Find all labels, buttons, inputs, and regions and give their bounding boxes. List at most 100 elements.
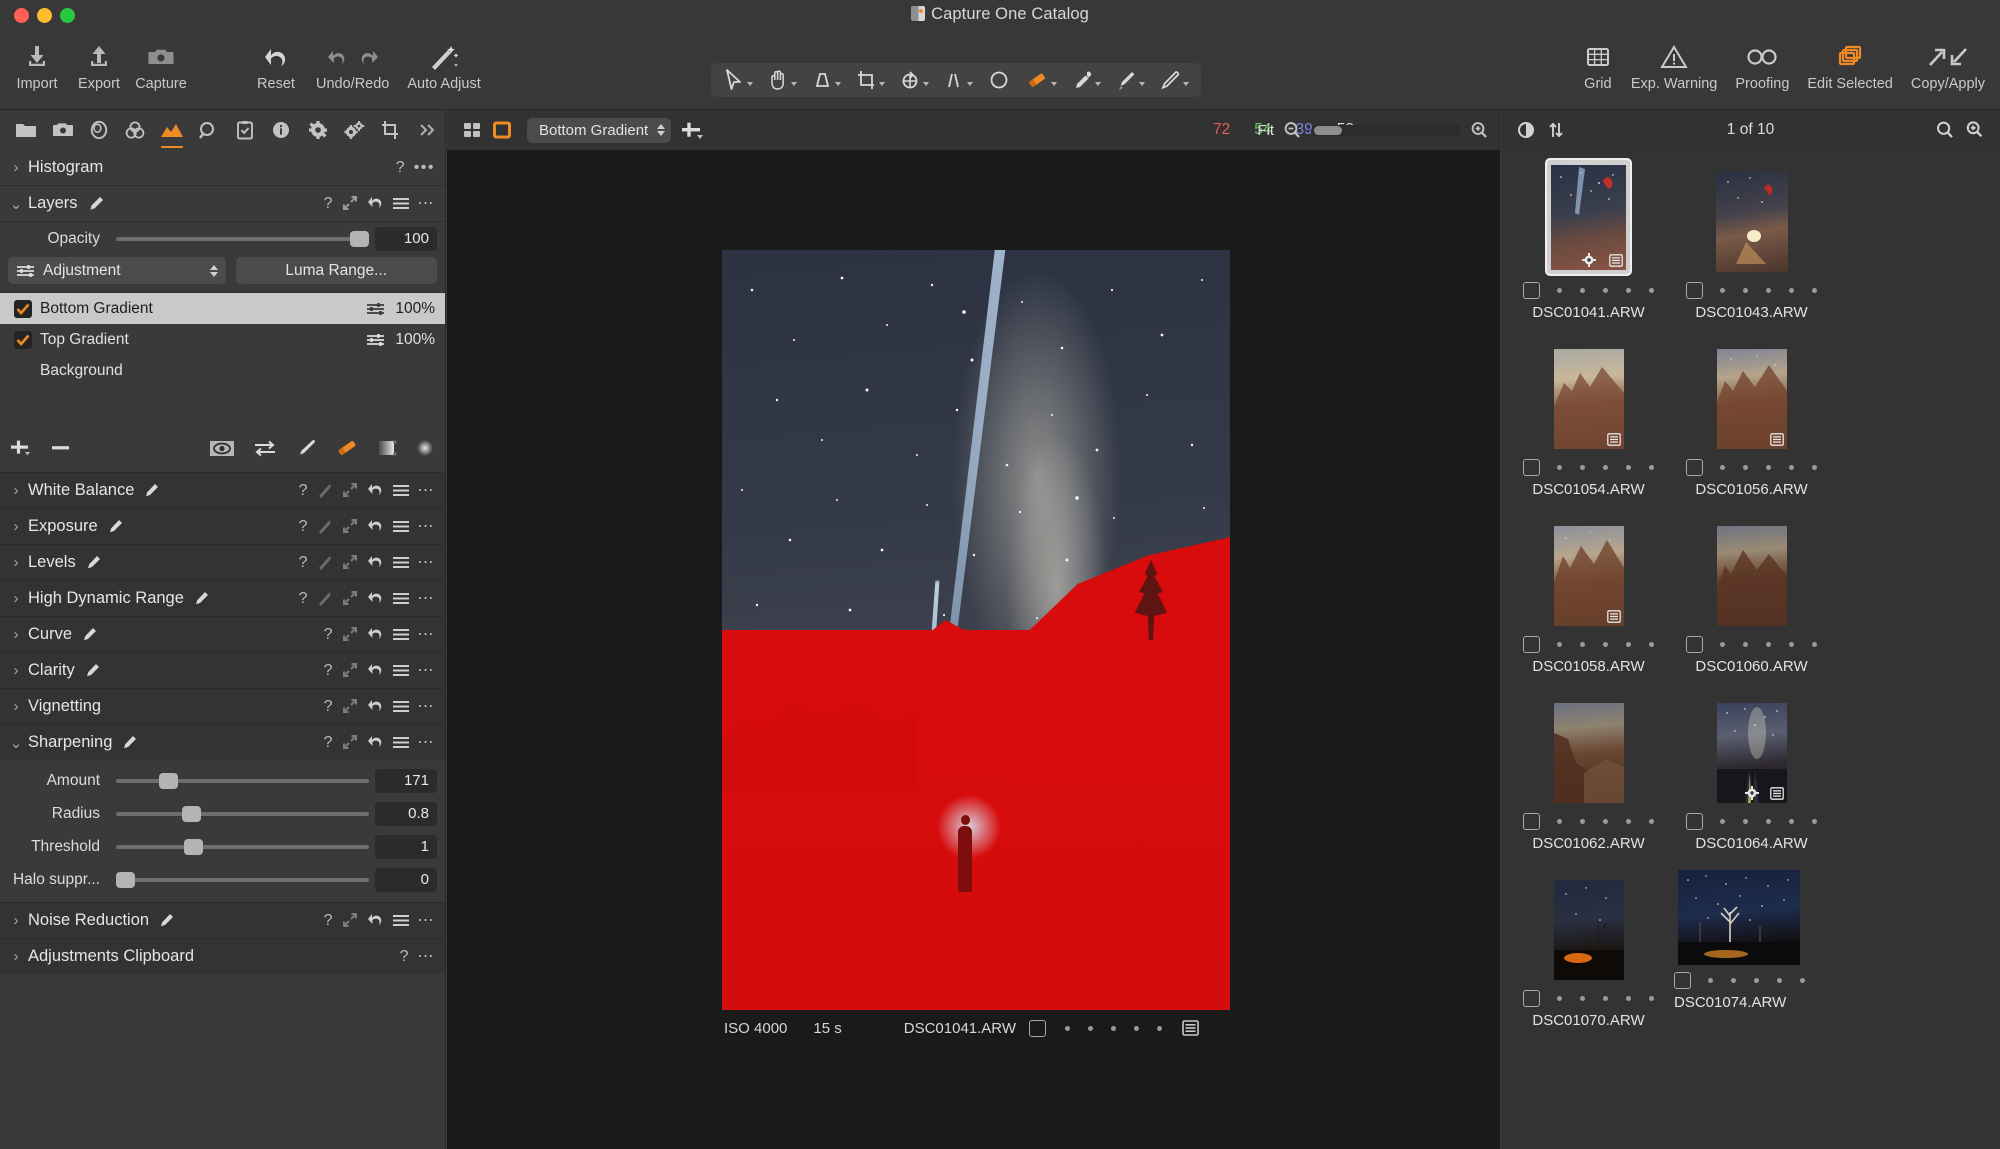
section-exposure[interactable]: › Exposure ? ⋯ bbox=[0, 508, 445, 544]
sidebar-item-color[interactable] bbox=[117, 110, 153, 150]
keystone-tool-button[interactable] bbox=[805, 66, 847, 94]
zoom-slider-knob[interactable] bbox=[1314, 125, 1342, 135]
layer-brush-icon[interactable] bbox=[83, 663, 100, 678]
thumbnail-rating-dots[interactable] bbox=[1557, 996, 1654, 1001]
layer-brush-icon[interactable] bbox=[192, 591, 209, 606]
reset-icon[interactable] bbox=[367, 663, 384, 678]
sidebar-item-metadata[interactable] bbox=[263, 110, 299, 150]
white-balance-picker-button[interactable] bbox=[1065, 66, 1107, 94]
expand-icon[interactable] bbox=[342, 627, 358, 642]
chevron-right-icon[interactable]: › bbox=[6, 662, 26, 679]
thumbnail-image[interactable] bbox=[1553, 703, 1624, 803]
rotate-tool-button[interactable] bbox=[893, 66, 935, 94]
opacity-slider[interactable] bbox=[116, 230, 369, 247]
exposure-warning-button[interactable]: Exp. Warning bbox=[1622, 31, 1727, 110]
luma-range-button[interactable]: Luma Range... bbox=[235, 257, 437, 284]
thumbnail-rating-dots[interactable] bbox=[1708, 978, 1805, 983]
chevron-right-icon[interactable]: › bbox=[6, 159, 26, 176]
help-icon[interactable]: ? bbox=[324, 698, 333, 716]
thumbnail-checkbox[interactable] bbox=[1686, 813, 1703, 830]
reset-icon[interactable] bbox=[367, 735, 384, 750]
section-noise-reduction[interactable]: › Noise Reduction ? ⋯ bbox=[0, 902, 445, 938]
add-layer-button[interactable] bbox=[10, 438, 32, 458]
invert-mask-button[interactable] bbox=[253, 439, 277, 458]
help-icon[interactable]: ? bbox=[400, 948, 409, 966]
thumbnail-image[interactable] bbox=[1716, 349, 1787, 449]
thumbnail-rating-dots[interactable] bbox=[1557, 288, 1654, 293]
thumbnail-item[interactable]: DSC01062.ARW bbox=[1507, 689, 1670, 852]
draw-mask-tool-button[interactable] bbox=[1153, 66, 1195, 94]
remove-layer-button[interactable] bbox=[50, 438, 72, 458]
help-icon[interactable]: ? bbox=[324, 626, 333, 644]
section-sharpening[interactable]: ⌄ Sharpening ? ⋯ bbox=[0, 724, 445, 760]
chevron-right-icon[interactable]: › bbox=[6, 698, 26, 715]
menu-icon[interactable] bbox=[392, 197, 409, 210]
chevron-right-icon[interactable]: › bbox=[6, 948, 26, 965]
reset-icon[interactable] bbox=[367, 913, 384, 928]
reset-icon[interactable] bbox=[367, 627, 384, 642]
radius-slider-knob[interactable] bbox=[181, 805, 201, 822]
expand-icon[interactable] bbox=[342, 519, 358, 534]
undo-redo-button[interactable]: Undo/Redo bbox=[307, 31, 398, 110]
help-icon[interactable]: ? bbox=[299, 554, 308, 572]
opacity-value[interactable]: 100 bbox=[375, 226, 437, 251]
thumbnail-checkbox[interactable] bbox=[1686, 459, 1703, 476]
thumbnail-item[interactable]: DSC01074.ARW bbox=[1670, 866, 1833, 1029]
thumbnail-image[interactable] bbox=[1716, 703, 1787, 803]
threshold-slider[interactable] bbox=[116, 838, 369, 855]
layer-brush-icon[interactable] bbox=[106, 519, 123, 534]
layer-item-top-gradient[interactable]: Top Gradient 100% bbox=[0, 324, 445, 355]
main-photo-container[interactable] bbox=[722, 250, 1230, 1010]
threshold-slider-knob[interactable] bbox=[184, 838, 204, 855]
more-options-icon[interactable]: ⋯ bbox=[418, 948, 436, 964]
help-icon[interactable]: ? bbox=[299, 482, 308, 500]
spot-removal-tool-button[interactable] bbox=[981, 66, 1017, 94]
section-levels[interactable]: › Levels ? ⋯ bbox=[0, 544, 445, 580]
proofing-button[interactable]: Proofing bbox=[1726, 31, 1798, 110]
thumbnail-item[interactable]: DSC01058.ARW bbox=[1507, 512, 1670, 675]
section-clarity[interactable]: › Clarity ? ⋯ bbox=[0, 652, 445, 688]
thumbnail-frame[interactable] bbox=[1713, 512, 1791, 630]
sidebar-item-capture[interactable] bbox=[44, 110, 80, 150]
chevron-right-icon[interactable]: › bbox=[6, 912, 26, 929]
reset-icon[interactable] bbox=[367, 591, 384, 606]
chevron-down-icon[interactable]: ⌄ bbox=[6, 195, 26, 213]
chevron-right-icon[interactable]: › bbox=[6, 554, 26, 571]
section-curve[interactable]: › Curve ? ⋯ bbox=[0, 616, 445, 652]
thumbnail-checkbox[interactable] bbox=[1674, 972, 1691, 989]
erase-mask-button[interactable] bbox=[335, 438, 359, 458]
more-options-icon[interactable]: ⋯ bbox=[418, 518, 436, 534]
thumbnail-item[interactable]: DSC01043.ARW bbox=[1670, 158, 1833, 321]
help-icon[interactable]: ? bbox=[324, 912, 333, 930]
layer-mode-dropdown[interactable]: Adjustment bbox=[8, 257, 226, 284]
thumbnail-rating-dots[interactable] bbox=[1557, 642, 1654, 647]
radius-slider[interactable] bbox=[116, 805, 369, 822]
halo-suppression-slider-knob[interactable] bbox=[116, 871, 135, 888]
thumbnail-checkbox[interactable] bbox=[1523, 813, 1540, 830]
thumbnail-rating-dots[interactable] bbox=[1720, 465, 1817, 470]
more-options-icon[interactable]: ⋯ bbox=[418, 590, 436, 606]
menu-icon[interactable] bbox=[392, 520, 409, 533]
rating-dots[interactable] bbox=[1065, 1025, 1163, 1031]
menu-icon[interactable] bbox=[392, 664, 409, 677]
expand-icon[interactable] bbox=[342, 699, 358, 714]
thumbnail-rating-dots[interactable] bbox=[1720, 642, 1817, 647]
thumbnail-image[interactable] bbox=[1553, 349, 1624, 449]
thumbnail-image[interactable] bbox=[1716, 526, 1787, 626]
more-options-icon[interactable]: ⋯ bbox=[418, 195, 436, 211]
thumbnail-frame[interactable] bbox=[1713, 335, 1791, 453]
menu-icon[interactable] bbox=[392, 556, 409, 569]
section-vignetting[interactable]: › Vignetting ? ⋯ bbox=[0, 688, 445, 724]
thumbnail-checkbox[interactable] bbox=[1686, 282, 1703, 299]
thumbnail-item[interactable]: DSC01070.ARW bbox=[1507, 866, 1670, 1029]
expand-icon[interactable] bbox=[342, 663, 358, 678]
thumbnail-frame[interactable] bbox=[1712, 158, 1792, 276]
layer-brush-icon[interactable] bbox=[120, 735, 137, 750]
thumbnail-frame[interactable] bbox=[1550, 689, 1628, 807]
image-viewer[interactable]: ISO 4000 15 s DSC01041.ARW bbox=[447, 150, 1500, 1149]
menu-icon[interactable] bbox=[392, 700, 409, 713]
menu-icon[interactable] bbox=[392, 736, 409, 749]
section-layers[interactable]: ⌄ Layers ? ⋯ bbox=[0, 186, 445, 222]
thumbnail-image[interactable] bbox=[1715, 172, 1788, 272]
more-options-icon[interactable]: ••• bbox=[414, 159, 435, 175]
